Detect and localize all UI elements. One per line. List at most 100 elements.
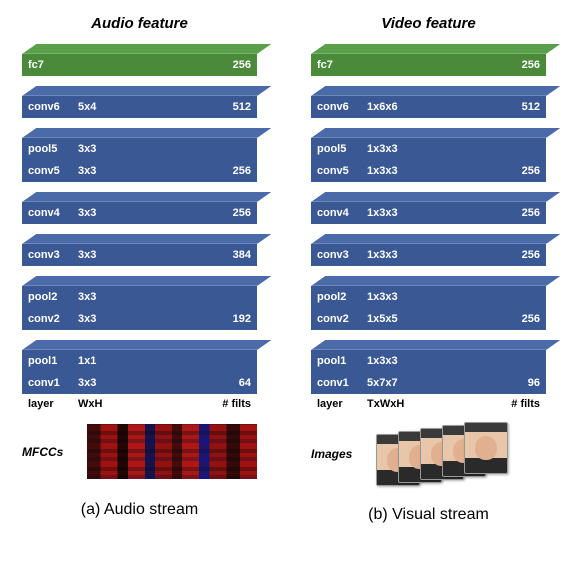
slab-3d-top bbox=[311, 86, 560, 96]
slab-3d-top bbox=[22, 276, 271, 286]
layer-dim: 5x7x7 bbox=[367, 377, 500, 389]
video-stream: Video feature fc7 256 conv6 1x6x6 512 bbox=[299, 15, 558, 524]
layer-dim: 3x3 bbox=[78, 249, 211, 261]
layer-dim: 5x4 bbox=[78, 101, 211, 113]
layer-filts: 96 bbox=[500, 377, 540, 389]
layer-block: conv6 1x6x6 512 bbox=[311, 86, 546, 118]
slab-3d-top bbox=[22, 340, 271, 350]
layer-dim: 1x5x5 bbox=[367, 313, 500, 325]
layer-block: pool5 1x3x3 conv5 1x3x3 256 bbox=[311, 128, 546, 182]
slab-3d-top bbox=[311, 340, 560, 350]
layer-block: conv3 1x3x3 256 bbox=[311, 234, 546, 266]
layer-dim: 1x1 bbox=[78, 355, 211, 367]
layer-name: pool1 bbox=[317, 355, 367, 367]
layer-dim: 1x3x3 bbox=[367, 355, 500, 367]
layer-filts: 512 bbox=[211, 101, 251, 113]
slab-3d-top bbox=[22, 234, 271, 244]
header-filts: # filts bbox=[201, 398, 251, 410]
layer-name: conv4 bbox=[317, 207, 367, 219]
layer-filts: 256 bbox=[211, 207, 251, 219]
slab-3d-top bbox=[22, 86, 271, 96]
images-label: Images bbox=[311, 447, 366, 461]
layer-row: conv6 5x4 512 bbox=[22, 96, 257, 118]
layer-row: pool1 1x3x3 bbox=[311, 350, 546, 372]
slab-3d-top bbox=[311, 276, 560, 286]
layer-block: pool2 1x3x3 conv2 1x5x5 256 bbox=[311, 276, 546, 330]
slab-3d-top bbox=[311, 234, 560, 244]
slab-3d-top bbox=[311, 128, 560, 138]
slab-3d-top bbox=[22, 44, 271, 54]
layer-row: conv1 5x7x7 96 bbox=[311, 372, 546, 394]
audio-input-row: MFCCs bbox=[22, 424, 257, 479]
layer-name: conv3 bbox=[28, 249, 78, 261]
layer-row: conv3 1x3x3 256 bbox=[311, 244, 546, 266]
layer-dim: 1x3x3 bbox=[367, 207, 500, 219]
audio-stack: fc7 256 conv6 5x4 512 pool5 3x3 bbox=[22, 44, 257, 410]
diagram-container: Audio feature fc7 256 conv6 5x4 512 bbox=[10, 15, 558, 524]
layer-row: pool5 3x3 bbox=[22, 138, 257, 160]
layer-name: pool2 bbox=[317, 291, 367, 303]
header-dim: WxH bbox=[78, 398, 201, 410]
face-frame-icon bbox=[464, 422, 508, 474]
layer-filts: 256 bbox=[500, 165, 540, 177]
layer-dim: 1x3x3 bbox=[367, 291, 500, 303]
slab-3d-top bbox=[311, 44, 560, 54]
layer-row: conv2 1x5x5 256 bbox=[311, 308, 546, 330]
layer-filts: 256 bbox=[500, 59, 540, 71]
layer-row: fc7 256 bbox=[311, 54, 546, 76]
layer-block: pool1 1x3x3 conv1 5x7x7 96 bbox=[311, 340, 546, 394]
layer-row: conv5 1x3x3 256 bbox=[311, 160, 546, 182]
video-input-row: Images bbox=[311, 424, 546, 484]
layer-name: pool1 bbox=[28, 355, 78, 367]
layer-row: conv1 3x3 64 bbox=[22, 372, 257, 394]
layer-block: pool5 3x3 conv5 3x3 256 bbox=[22, 128, 257, 182]
audio-caption: (a) Audio stream bbox=[81, 501, 198, 519]
layer-name: pool5 bbox=[28, 143, 78, 155]
layer-row: conv6 1x6x6 512 bbox=[311, 96, 546, 118]
layer-block: conv4 3x3 256 bbox=[22, 192, 257, 224]
layer-name: conv5 bbox=[28, 165, 78, 177]
layer-dim: 3x3 bbox=[78, 291, 211, 303]
video-stack: fc7 256 conv6 1x6x6 512 pool5 1x3x3 bbox=[311, 44, 546, 410]
layer-name: fc7 bbox=[28, 59, 78, 71]
layer-filts: 256 bbox=[211, 165, 251, 177]
layer-name: conv6 bbox=[317, 101, 367, 113]
column-headers: layer TxWxH # filts bbox=[311, 394, 546, 410]
layer-filts: 256 bbox=[500, 207, 540, 219]
slab-3d-top bbox=[22, 192, 271, 202]
slab-3d-top bbox=[22, 128, 271, 138]
layer-dim: 1x3x3 bbox=[367, 249, 500, 261]
layer-name: conv2 bbox=[317, 313, 367, 325]
layer-name: conv1 bbox=[28, 377, 78, 389]
audio-title: Audio feature bbox=[91, 15, 188, 32]
layer-dim: 3x3 bbox=[78, 207, 211, 219]
layer-name: pool2 bbox=[28, 291, 78, 303]
layer-block: conv6 5x4 512 bbox=[22, 86, 257, 118]
layer-row: conv5 3x3 256 bbox=[22, 160, 257, 182]
mfcc-label: MFCCs bbox=[22, 445, 77, 459]
header-layer: layer bbox=[28, 398, 78, 410]
layer-block: conv3 3x3 384 bbox=[22, 234, 257, 266]
header-filts: # filts bbox=[490, 398, 540, 410]
layer-name: fc7 bbox=[317, 59, 367, 71]
video-caption: (b) Visual stream bbox=[368, 506, 489, 524]
layer-name: conv3 bbox=[317, 249, 367, 261]
layer-dim: 1x6x6 bbox=[367, 101, 500, 113]
layer-name: conv2 bbox=[28, 313, 78, 325]
layer-row: conv4 3x3 256 bbox=[22, 202, 257, 224]
layer-dim: 3x3 bbox=[78, 143, 211, 155]
layer-block: pool2 3x3 conv2 3x3 192 bbox=[22, 276, 257, 330]
header-layer: layer bbox=[317, 398, 367, 410]
layer-dim: 1x3x3 bbox=[367, 143, 500, 155]
layer-name: conv1 bbox=[317, 377, 367, 389]
header-dim: TxWxH bbox=[367, 398, 490, 410]
layer-row: conv3 3x3 384 bbox=[22, 244, 257, 266]
video-title: Video feature bbox=[381, 15, 475, 32]
layer-dim: 1x3x3 bbox=[367, 165, 500, 177]
layer-name: pool5 bbox=[317, 143, 367, 155]
layer-row: pool5 1x3x3 bbox=[311, 138, 546, 160]
layer-filts: 192 bbox=[211, 313, 251, 325]
layer-filts: 384 bbox=[211, 249, 251, 261]
layer-dim: 3x3 bbox=[78, 377, 211, 389]
column-headers: layer WxH # filts bbox=[22, 394, 257, 410]
